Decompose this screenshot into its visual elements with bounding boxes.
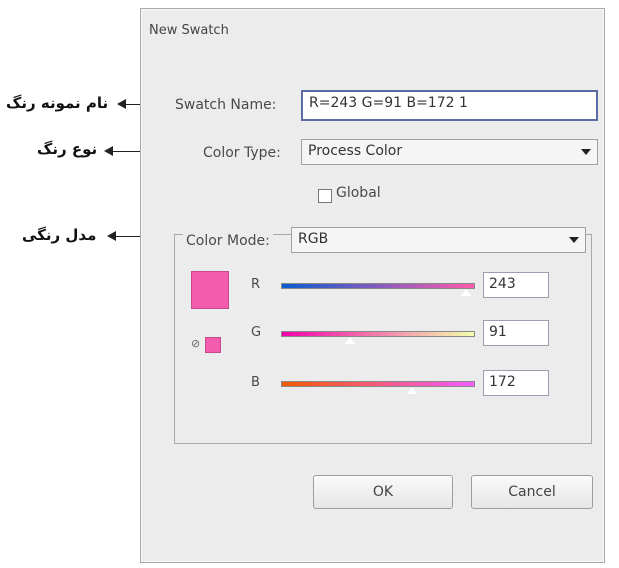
annotation-color-mode: مدل رنگی <box>22 226 97 244</box>
color-type-select[interactable]: Process Color <box>301 139 598 165</box>
dialog-title: New Swatch <box>149 23 229 38</box>
color-mode-label: Color Mode: <box>183 233 273 249</box>
cancel-button[interactable]: Cancel <box>471 475 593 509</box>
color-mode-value: RGB <box>298 231 329 247</box>
slider-r-track[interactable] <box>281 283 475 289</box>
slider-g-thumb[interactable] <box>344 336 357 345</box>
annotation-swatch-name: نام نمونه رنگ <box>6 94 109 112</box>
slider-b-track[interactable] <box>281 381 475 387</box>
chevron-down-icon <box>581 149 591 155</box>
slider-r-value[interactable]: 243 <box>483 272 549 298</box>
slider-r-thumb[interactable] <box>459 288 472 297</box>
annotation-color-type: نوع رنگ <box>37 140 98 158</box>
slider-g-track[interactable] <box>281 331 475 337</box>
chevron-down-icon <box>569 237 579 243</box>
slider-g-value[interactable]: 91 <box>483 320 549 346</box>
color-preview-swatch <box>191 271 229 309</box>
slider-g-label: G <box>251 325 262 340</box>
gamut-swatch[interactable] <box>205 337 221 353</box>
global-label: Global <box>336 185 381 201</box>
slider-b-thumb[interactable] <box>405 386 418 395</box>
color-type-label: Color Type: <box>203 145 281 161</box>
slider-r-label: R <box>251 277 261 292</box>
swatch-name-input[interactable]: R=243 G=91 B=172 1 <box>301 90 598 121</box>
color-type-value: Process Color <box>308 143 403 159</box>
color-mode-select[interactable]: RGB <box>291 227 586 253</box>
ok-button[interactable]: OK <box>313 475 453 509</box>
gamut-warning-icon[interactable]: ⊘ <box>191 337 200 350</box>
slider-b-value[interactable]: 172 <box>483 370 549 396</box>
slider-b-label: B <box>251 375 260 390</box>
swatch-name-label: Swatch Name: <box>175 97 277 113</box>
new-swatch-dialog: New Swatch Swatch Name: R=243 G=91 B=172… <box>140 8 605 563</box>
global-checkbox[interactable] <box>318 189 332 203</box>
